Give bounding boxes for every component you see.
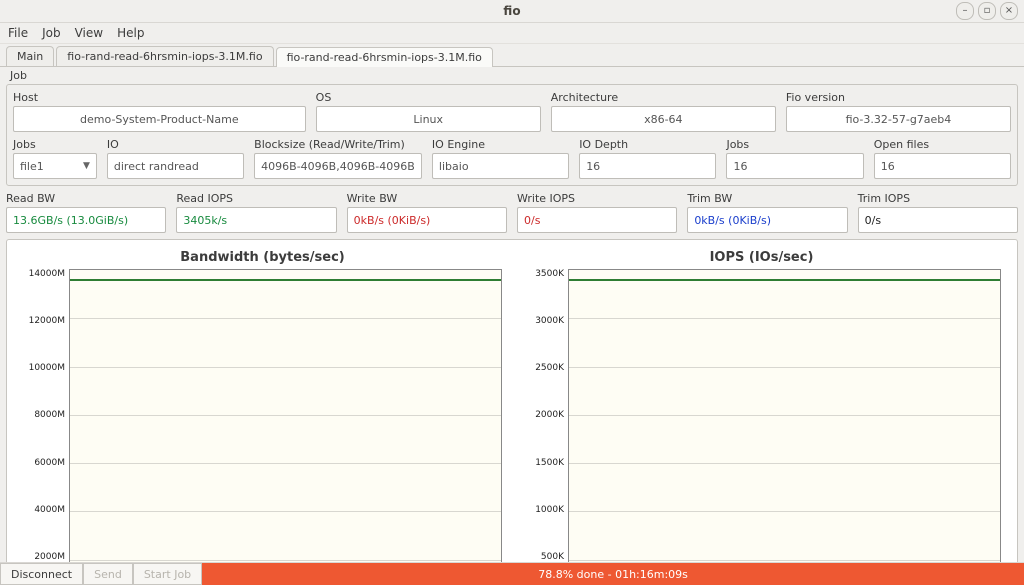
write-bw-label: Write BW	[347, 192, 507, 205]
start-job-button[interactable]: Start Job	[133, 563, 202, 585]
io-value: direct randread	[107, 153, 244, 179]
iops-series-read	[569, 279, 1000, 281]
write-bw-value: 0kB/s (0KiB/s)	[347, 207, 507, 233]
jobs-selector-value: file1	[20, 160, 44, 173]
blocksize-label: Blocksize (Read/Write/Trim)	[254, 138, 422, 151]
bandwidth-chart: Bandwidth (bytes/sec) 14000M 12000M 1000…	[23, 250, 502, 585]
progress-bar: 78.8% done - 01h:16m:09s	[202, 563, 1024, 585]
read-iops-value: 3405k/s	[176, 207, 336, 233]
iops-yaxis: 3500K 3000K 2500K 2000K 1500K 1000K 500K…	[522, 269, 568, 585]
fio-version-label: Fio version	[786, 91, 1011, 104]
menu-help[interactable]: Help	[117, 26, 144, 40]
job-info-fieldset: Host demo-System-Product-Name OS Linux A…	[6, 84, 1018, 186]
host-value: demo-System-Product-Name	[13, 106, 306, 132]
chevron-down-icon: ▼	[83, 161, 90, 171]
write-iops-label: Write IOPS	[517, 192, 677, 205]
menu-file[interactable]: File	[8, 26, 28, 40]
trim-bw-value: 0kB/s (0KiB/s)	[687, 207, 847, 233]
openfiles-label: Open files	[874, 138, 1011, 151]
io-label: IO	[107, 138, 244, 151]
maximize-button[interactable]: ▫	[978, 2, 996, 20]
minimize-button[interactable]: –	[956, 2, 974, 20]
bandwidth-yaxis: 14000M 12000M 10000M 8000M 6000M 4000M 2…	[23, 269, 69, 585]
iodepth-label: IO Depth	[579, 138, 716, 151]
fio-version-value: fio-3.32-57-g7aeb4	[786, 106, 1011, 132]
arch-label: Architecture	[551, 91, 776, 104]
ioengine-label: IO Engine	[432, 138, 569, 151]
read-bw-value: 13.6GB/s (13.0GiB/s)	[6, 207, 166, 233]
charts-panel: Bandwidth (bytes/sec) 14000M 12000M 1000…	[6, 239, 1018, 585]
stats-row: Read BW 13.6GB/s (13.0GiB/s) Read IOPS 3…	[6, 190, 1018, 237]
write-iops-value: 0/s	[517, 207, 677, 233]
tab-job-1[interactable]: fio-rand-read-6hrsmin-iops-3.1M.fio	[56, 46, 273, 66]
os-label: OS	[316, 91, 541, 104]
read-bw-label: Read BW	[6, 192, 166, 205]
arch-value: x86-64	[551, 106, 776, 132]
blocksize-value: 4096B-4096B,4096B-4096B	[254, 153, 422, 179]
menu-view[interactable]: View	[75, 26, 103, 40]
window-title: fio	[503, 4, 520, 18]
menubar: File Job View Help	[0, 23, 1024, 44]
trim-iops-label: Trim IOPS	[858, 192, 1018, 205]
openfiles-value: 16	[874, 153, 1011, 179]
footer: Disconnect Send Start Job 78.8% done - 0…	[0, 562, 1024, 585]
jobs-selector[interactable]: file1 ▼	[13, 153, 97, 179]
job-section-label: Job	[6, 67, 1018, 82]
tab-main[interactable]: Main	[6, 46, 54, 66]
trim-iops-value: 0/s	[858, 207, 1018, 233]
progress-text: 78.8% done - 01h:16m:09s	[538, 568, 688, 581]
disconnect-button[interactable]: Disconnect	[0, 563, 83, 585]
iops-chart: IOPS (IOs/sec) 3500K 3000K 2500K 2000K 1…	[522, 250, 1001, 585]
numjobs-label: Jobs	[726, 138, 863, 151]
os-value: Linux	[316, 106, 541, 132]
numjobs-value: 16	[726, 153, 863, 179]
read-iops-label: Read IOPS	[176, 192, 336, 205]
close-button[interactable]: ×	[1000, 2, 1018, 20]
bandwidth-plot-area	[69, 269, 502, 585]
jobs-selector-label: Jobs	[13, 138, 97, 151]
trim-bw-label: Trim BW	[687, 192, 847, 205]
send-button[interactable]: Send	[83, 563, 133, 585]
menu-job[interactable]: Job	[42, 26, 61, 40]
ioengine-value: libaio	[432, 153, 569, 179]
tab-job-2[interactable]: fio-rand-read-6hrsmin-iops-3.1M.fio	[276, 47, 493, 67]
iodepth-value: 16	[579, 153, 716, 179]
host-label: Host	[13, 91, 306, 104]
bandwidth-series-read	[70, 279, 501, 281]
iops-plot-area	[568, 269, 1001, 585]
tabstrip: Main fio-rand-read-6hrsmin-iops-3.1M.fio…	[0, 44, 1024, 67]
iops-chart-title: IOPS (IOs/sec)	[710, 250, 814, 265]
titlebar: fio – ▫ ×	[0, 0, 1024, 23]
bandwidth-chart-title: Bandwidth (bytes/sec)	[180, 250, 344, 265]
